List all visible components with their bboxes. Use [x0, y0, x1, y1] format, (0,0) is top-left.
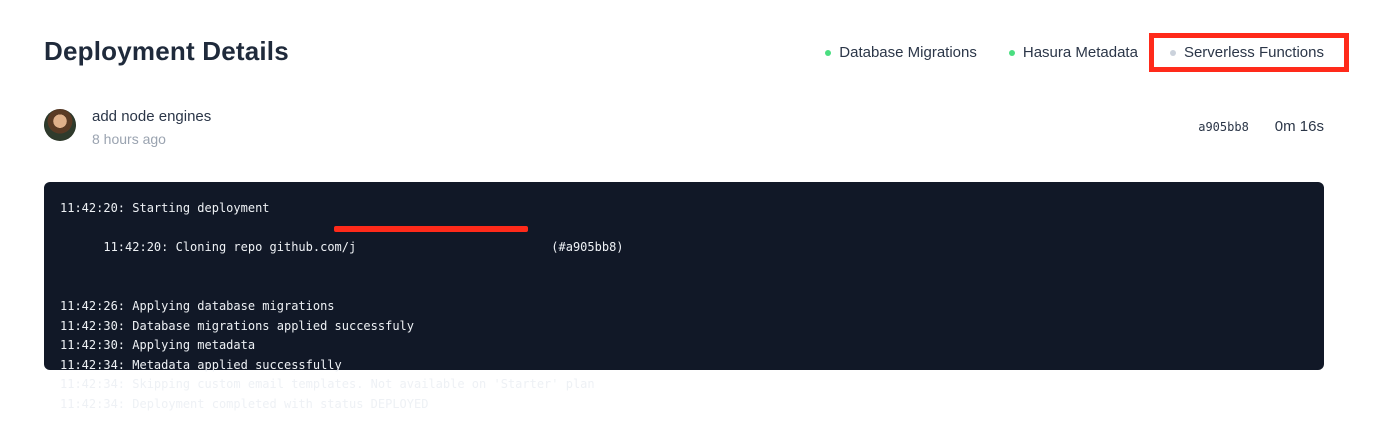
commit-text: add node engines 8 hours ago	[92, 108, 211, 147]
redaction-bar	[334, 225, 528, 232]
commit-hash: a905bb8	[1198, 119, 1249, 134]
deployment-duration: 0m 16s	[1274, 118, 1324, 135]
status-dot-icon	[1169, 49, 1176, 56]
commit-time: 8 hours ago	[92, 131, 166, 147]
status-dot-icon	[825, 49, 832, 56]
tab-database-migrations[interactable]: Database Migrations	[825, 44, 977, 61]
tab-label: Serverless Functions	[1183, 44, 1324, 61]
tab-label: Database Migrations	[839, 44, 977, 61]
log-line: 11:42:34: Deployment completed with stat…	[60, 396, 429, 411]
commit-info: add node engines 8 hours ago	[44, 108, 211, 147]
deployment-details-page: Deployment Details Database Migrations H…	[0, 0, 1373, 432]
tab-serverless-functions[interactable]: Serverless Functions	[1148, 33, 1350, 72]
log-line-text: 11:42:20: Cloning repo github.com/j (#a9…	[103, 240, 624, 255]
log-line: 11:42:34: Skipping custom email template…	[60, 377, 595, 392]
avatar	[44, 109, 76, 141]
log-line: 11:42:26: Applying database migrations	[60, 298, 335, 313]
tab-hasura-metadata[interactable]: Hasura Metadata	[1008, 44, 1138, 61]
tab-label: Hasura Metadata	[1022, 44, 1138, 61]
log-line: 11:42:30: Applying metadata	[60, 338, 256, 353]
page-title: Deployment Details	[44, 36, 289, 66]
log-line: 11:42:20: Starting deployment	[60, 201, 270, 215]
log-line: 11:42:30: Database migrations applied su…	[60, 318, 415, 333]
status-dot-icon	[1008, 49, 1015, 56]
status-tabs: Database Migrations Hasura Metadata Serv…	[825, 33, 1350, 72]
commit-message: add node engines	[92, 108, 212, 125]
deployment-log: 11:42:20: Starting deployment 11:42:20: …	[44, 182, 1324, 411]
deployment-meta: a905bb8 0m 16s	[1198, 118, 1324, 135]
log-line-with-redaction: 11:42:20: Cloning repo github.com/j (#a9…	[60, 219, 1308, 297]
log-line: 11:42:34: Metadata applied successfully	[60, 357, 342, 372]
